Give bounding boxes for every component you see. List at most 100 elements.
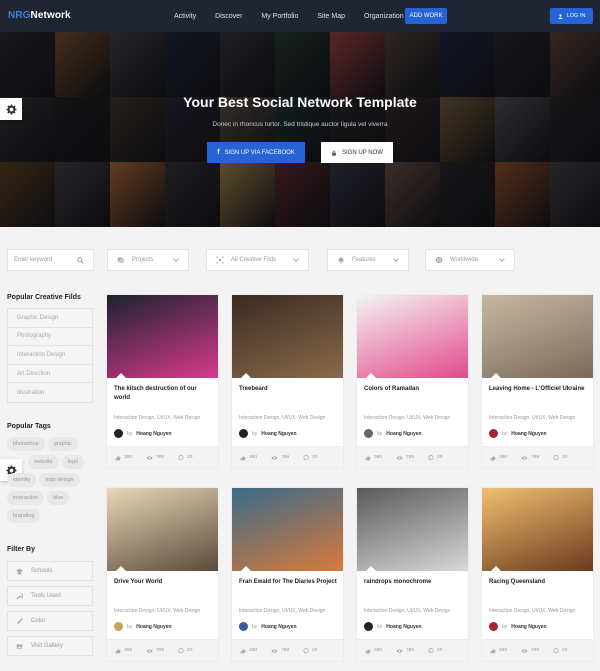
project-thumbnail[interactable] (482, 488, 593, 571)
tag-hidden[interactable] (7, 455, 25, 469)
avatar[interactable] (489, 429, 498, 438)
author-name[interactable]: Hoang Nguyen (511, 624, 546, 630)
field-item-graphic-design[interactable]: Graphic Design (8, 309, 92, 328)
nav-link-discover[interactable]: Discover (215, 13, 242, 20)
author-name[interactable]: Hoang Nguyen (386, 431, 421, 437)
avatar[interactable] (114, 429, 123, 438)
project-thumbnail[interactable] (357, 488, 468, 571)
tag-logo-design[interactable]: logo design (39, 473, 80, 487)
author-name[interactable]: Hoang Nguyen (261, 431, 296, 437)
author-name[interactable]: Hoang Nguyen (261, 624, 296, 630)
like-stat[interactable]: 360 (365, 648, 382, 654)
filter-schools[interactable]: Schools (7, 561, 93, 581)
project-card-treebeard[interactable]: Treebeard Interaction Design, UI/UX, Web … (232, 295, 343, 468)
project-author[interactable]: by Hoang Nguyen (114, 429, 172, 438)
project-card-the-kitsch-destruction-of-our-world[interactable]: The kitsch destruction of our world Inter… (107, 295, 218, 468)
like-stat[interactable]: 360 (115, 455, 132, 461)
project-author[interactable]: by Hoang Nguyen (364, 429, 422, 438)
project-card-leaving-home-l-officiel-ukraine[interactable]: Leaving Home - L'Officiel Ukraine Interac… (482, 295, 593, 468)
tag-identity[interactable]: identity (7, 473, 37, 487)
author-name[interactable]: Hoang Nguyen (136, 624, 171, 630)
project-title[interactable]: The kitsch destruction of our world (114, 385, 212, 403)
tag-logo[interactable]: logo (61, 455, 85, 469)
like-stat[interactable]: 360 (240, 648, 257, 654)
like-stat[interactable]: 360 (490, 648, 507, 654)
nav-link-organization[interactable]: Organization (364, 13, 404, 20)
comment-stat[interactable]: 20 (178, 647, 192, 654)
project-title[interactable]: Treebeard (239, 385, 337, 394)
author-name[interactable]: Hoang Nguyen (386, 624, 421, 630)
like-stat[interactable]: 360 (490, 455, 507, 461)
site-logo[interactable]: NRGNetwork (8, 10, 71, 21)
author-name[interactable]: Hoang Nguyen (136, 431, 171, 437)
author-name[interactable]: Hoang Nguyen (511, 431, 546, 437)
comment-stat[interactable]: 20 (428, 454, 442, 461)
project-title[interactable]: Leaving Home - L'Officiel Ukraine (489, 385, 587, 394)
project-author[interactable]: by Hoang Nguyen (239, 429, 297, 438)
project-thumbnail[interactable] (107, 295, 218, 378)
avatar[interactable] (114, 622, 123, 631)
settings-gear-button[interactable] (0, 98, 22, 120)
creative-fields-label: All Creative Filds (231, 257, 277, 263)
avatar[interactable] (489, 622, 498, 631)
features-dropdown[interactable]: Features (327, 249, 409, 271)
avatar[interactable] (364, 429, 373, 438)
project-thumbnail[interactable] (107, 488, 218, 571)
field-item-art-direction[interactable]: Art Direction (8, 364, 92, 384)
project-title[interactable]: Drive Your World (114, 578, 212, 587)
field-item-photography[interactable]: Photography (8, 327, 92, 347)
project-title[interactable]: Fran Ewald for The Diaries Project (239, 578, 337, 587)
project-title[interactable]: raindrops monochrome (364, 578, 462, 587)
tag-branding[interactable]: branding (7, 509, 41, 523)
creative-fields-dropdown[interactable]: All Creative Filds (206, 249, 309, 271)
comment-stat[interactable]: 20 (303, 454, 317, 461)
comment-stat[interactable]: 20 (178, 454, 192, 461)
tag-website[interactable]: website (28, 455, 59, 469)
projects-dropdown[interactable]: Projects (107, 249, 189, 271)
filter-visit-gallery[interactable]: Visit Gallery (7, 636, 93, 656)
project-card-raindrops-monochrome[interactable]: raindrops monochrome Interaction Design, … (357, 488, 468, 661)
project-card-colors-of-ramadan[interactable]: Colors of Ramadan Interaction Design, UI/… (357, 295, 468, 468)
avatar[interactable] (239, 622, 248, 631)
project-author[interactable]: by Hoang Nguyen (239, 622, 297, 631)
comment-stat[interactable]: 20 (303, 647, 317, 654)
project-thumbnail[interactable] (232, 295, 343, 378)
like-stat[interactable]: 360 (240, 455, 257, 461)
like-stat[interactable]: 360 (115, 648, 132, 654)
signup-facebook-button[interactable]: f SIGN UP VIA FACEBOOK (207, 142, 305, 163)
tag-interactive[interactable]: interactive (7, 491, 45, 505)
avatar[interactable] (364, 622, 373, 631)
signup-button[interactable]: SIGN UP NOW (321, 142, 393, 163)
project-author[interactable]: by Hoang Nguyen (114, 622, 172, 631)
filter-color[interactable]: Color (7, 611, 93, 631)
like-stat[interactable]: 360 (365, 455, 382, 461)
project-thumbnail[interactable] (482, 295, 593, 378)
project-title[interactable]: Racing Queensland (489, 578, 587, 587)
tag-graphic[interactable]: graphic (47, 437, 78, 451)
nav-link-site-map[interactable]: Site Map (317, 13, 345, 20)
comment-stat[interactable]: 20 (553, 454, 567, 461)
project-title[interactable]: Colors of Ramadan (364, 385, 462, 394)
filter-tools-used[interactable]: Tools Used (7, 586, 93, 606)
tag-photoshop[interactable]: photoshop (7, 437, 45, 451)
login-button[interactable]: LOG IN (550, 8, 593, 24)
add-work-button[interactable]: ADD WORK (405, 8, 447, 24)
nav-link-activity[interactable]: Activity (174, 13, 196, 20)
nav-link-my-portfolio[interactable]: My Portfolio (261, 13, 298, 20)
project-author[interactable]: by Hoang Nguyen (364, 622, 422, 631)
project-thumbnail[interactable] (357, 295, 468, 378)
comment-stat[interactable]: 20 (428, 647, 442, 654)
field-item-interaction-design[interactable]: Interaction Design (8, 346, 92, 365)
avatar[interactable] (239, 429, 248, 438)
project-author[interactable]: by Hoang Nguyen (489, 429, 547, 438)
keyword-search-input[interactable]: Enter keyword (7, 249, 94, 271)
project-card-fran-ewald-for-the-diaries-project[interactable]: Fran Ewald for The Diaries Project Intera… (232, 488, 343, 661)
project-author[interactable]: by Hoang Nguyen (489, 622, 547, 631)
field-item-illustration[interactable]: Illustration (8, 383, 92, 402)
comment-stat[interactable]: 20 (553, 647, 567, 654)
worldwide-dropdown[interactable]: Worldwide (425, 249, 515, 271)
project-card-drive-your-world[interactable]: Drive Your World Interaction Design, UI/U… (107, 488, 218, 661)
tag-blue[interactable]: blue (47, 491, 70, 505)
project-thumbnail[interactable] (232, 488, 343, 571)
project-card-racing-queensland[interactable]: Racing Queensland Interaction Design, UI/… (482, 488, 593, 661)
